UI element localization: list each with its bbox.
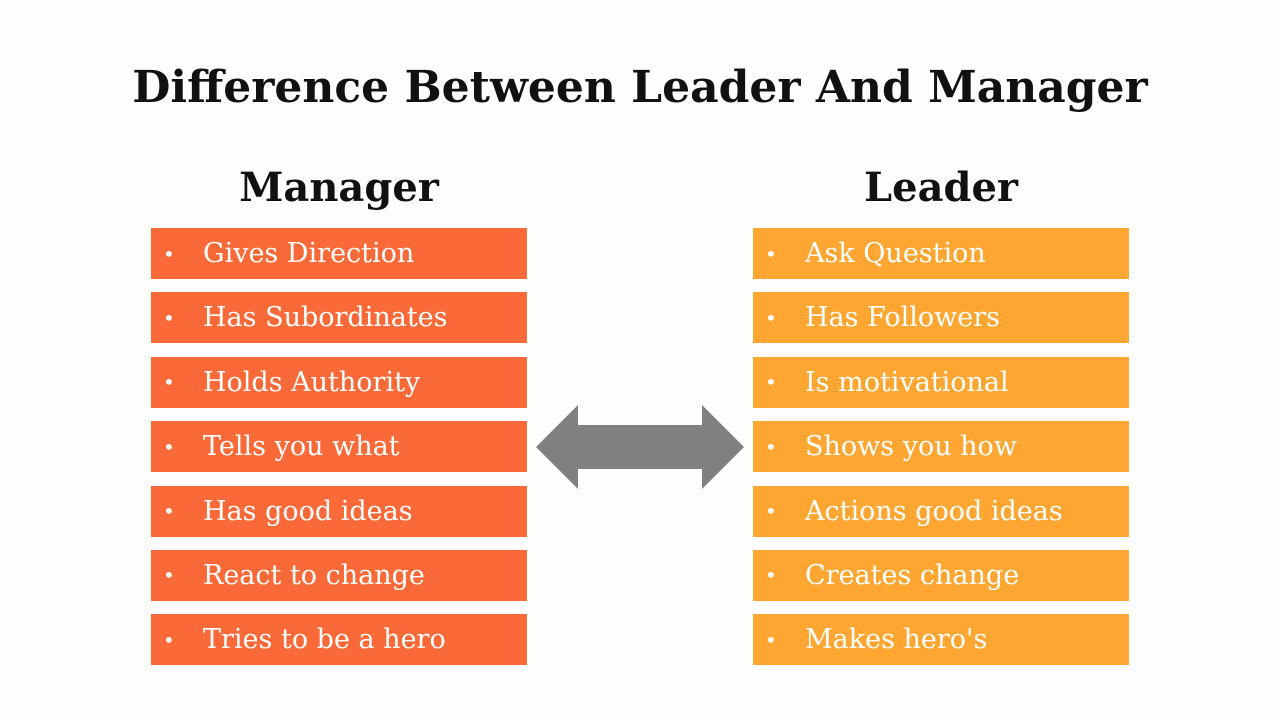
manager-item: • Has Subordinates [151, 292, 527, 344]
leader-item: • Has Followers [753, 292, 1129, 344]
bullet-icon: • [163, 370, 175, 395]
bullet-icon: • [765, 305, 777, 330]
manager-heading: Manager [239, 164, 439, 211]
bullet-icon: • [765, 563, 777, 588]
manager-item: • React to change [151, 549, 527, 601]
bullet-icon: • [163, 241, 175, 266]
leader-heading: Leader [864, 164, 1018, 211]
manager-item: • Has good ideas [151, 485, 527, 537]
bullet-icon: • [163, 305, 175, 330]
bullet-icon: • [163, 563, 175, 588]
bullet-icon: • [765, 434, 777, 459]
double-arrow-icon [536, 405, 744, 489]
leader-item: • Ask Question [753, 228, 1129, 279]
bullet-icon: • [163, 627, 175, 652]
leader-item: • Creates change [753, 549, 1129, 601]
leader-list: • Ask Question • Has Followers • Is motivat… [753, 228, 1129, 679]
manager-item: • Holds Authority [151, 356, 527, 408]
bullet-icon: • [765, 627, 777, 652]
manager-item: • Gives Direction [151, 228, 527, 279]
manager-item: • Tells you what [151, 421, 527, 473]
slide-title: Difference Between Leader And Manager [132, 62, 1148, 113]
bullet-icon: • [765, 499, 777, 524]
leader-item: • Is motivational [753, 356, 1129, 408]
bullet-icon: • [163, 499, 175, 524]
bullet-icon: • [765, 241, 777, 266]
leader-item: • Actions good ideas [753, 485, 1129, 537]
leader-item: • Shows you how [753, 421, 1129, 473]
leader-item: • Makes hero's [753, 614, 1129, 666]
manager-item: • Tries to be a hero [151, 614, 527, 666]
bullet-icon: • [765, 370, 777, 395]
manager-list: • Gives Direction • Has Subordinates • Hold… [151, 228, 527, 679]
bullet-icon: • [163, 434, 175, 459]
